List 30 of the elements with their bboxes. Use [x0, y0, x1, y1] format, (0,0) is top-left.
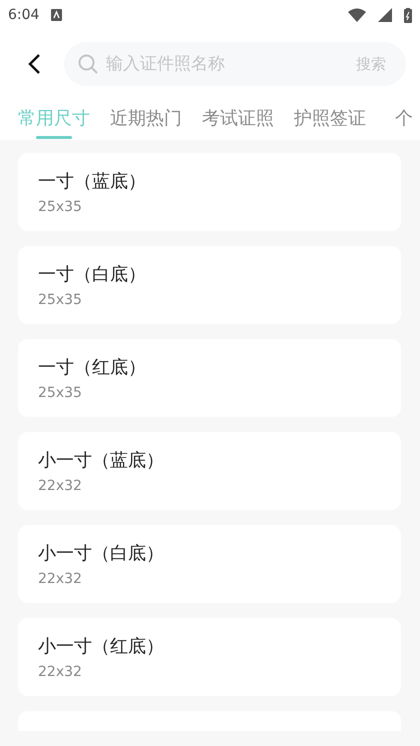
size-dimensions: 25x35: [38, 385, 83, 401]
status-time: 6:04: [8, 7, 40, 23]
size-name: 小一寸（白底）: [38, 542, 165, 565]
size-name: 一寸（白底）: [38, 263, 147, 286]
category-tab[interactable]: 考试证照: [202, 106, 274, 140]
notification-icon: [51, 9, 62, 21]
size-name: 小一寸（蓝底）: [38, 449, 165, 472]
size-dimensions: 22x32: [38, 571, 83, 587]
size-name: 一寸（蓝底）: [38, 170, 147, 193]
category-tab[interactable]: 常用尺寸: [18, 106, 90, 140]
size-name: 一寸（红底）: [38, 356, 147, 379]
size-card[interactable]: 小一寸（白底） 22x32: [18, 525, 401, 603]
back-icon: [27, 53, 41, 75]
size-dimensions: 22x32: [38, 478, 83, 494]
size-dimensions: 25x35: [38, 292, 83, 308]
size-card[interactable]: 一寸（蓝底） 25x35: [18, 153, 401, 231]
category-tab[interactable]: 个: [386, 106, 420, 140]
category-tab[interactable]: 近期热门: [110, 106, 182, 140]
search-icon: [78, 54, 98, 74]
signal-icon: [378, 8, 392, 22]
size-card[interactable]: 一寸（白底） 25x35: [18, 246, 401, 324]
battery-icon: [404, 8, 412, 22]
size-name: 小一寸（红底）: [38, 635, 165, 658]
size-card[interactable]: 小一寸（红底） 22x32: [18, 618, 401, 696]
size-card[interactable]: 一寸（红底） 25x35: [18, 339, 401, 417]
size-dimensions: 25x35: [38, 199, 83, 215]
wifi-icon: [348, 8, 366, 22]
size-dimensions: 22x32: [38, 664, 83, 680]
size-card[interactable]: 小一寸（蓝底） 22x32: [18, 432, 401, 510]
category-tab[interactable]: 护照签证: [294, 106, 366, 140]
